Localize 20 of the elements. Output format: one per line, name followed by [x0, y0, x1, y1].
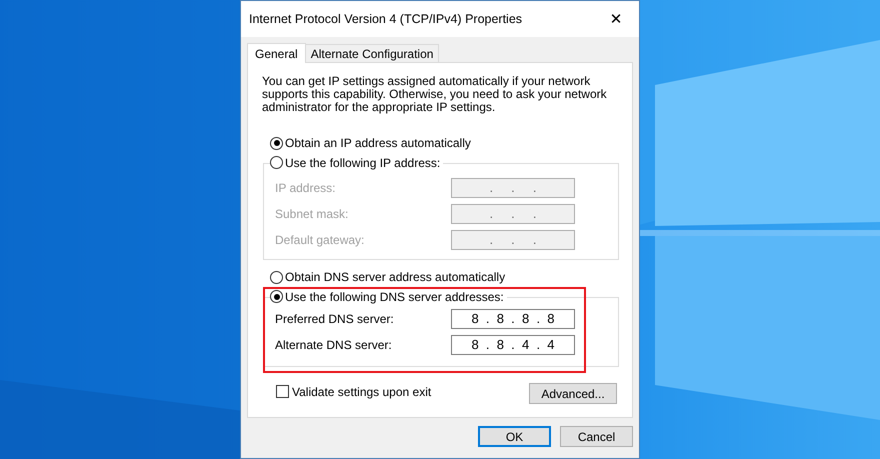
- advanced-button[interactable]: Advanced...: [529, 383, 617, 404]
- radio-icon[interactable]: [270, 270, 283, 284]
- field-label: Preferred DNS server:: [275, 312, 394, 326]
- ok-button[interactable]: OK: [478, 426, 551, 447]
- tab[interactable]: Alternate Configuration: [304, 44, 440, 62]
- field-label: Subnet mask:: [275, 207, 348, 221]
- field-label: Default gateway:: [275, 233, 364, 247]
- close-button[interactable]: ✕: [593, 1, 639, 37]
- ip-field[interactable]: 8 . 8 . 8 . 8: [451, 309, 575, 329]
- radio-icon[interactable]: [270, 156, 283, 169]
- radio-icon[interactable]: [270, 136, 283, 150]
- checkbox-icon[interactable]: [276, 385, 289, 398]
- radio-icon[interactable]: [270, 290, 283, 303]
- tab[interactable]: General: [247, 43, 306, 63]
- field-label: Alternate DNS server:: [275, 338, 392, 352]
- intro-text: You can get IP settings assigned automatically if your network supports this capability. Otherwise, you need to ask your network administrator for the appropriate IP settings.: [262, 75, 608, 114]
- cancel-button[interactable]: Cancel: [560, 426, 633, 447]
- ip-field[interactable]: 8 . 8 . 4 . 4: [451, 335, 575, 355]
- window-title: Internet Protocol Version 4 (TCP/IPv4) Properties: [249, 12, 522, 26]
- field-label: IP address:: [275, 181, 336, 195]
